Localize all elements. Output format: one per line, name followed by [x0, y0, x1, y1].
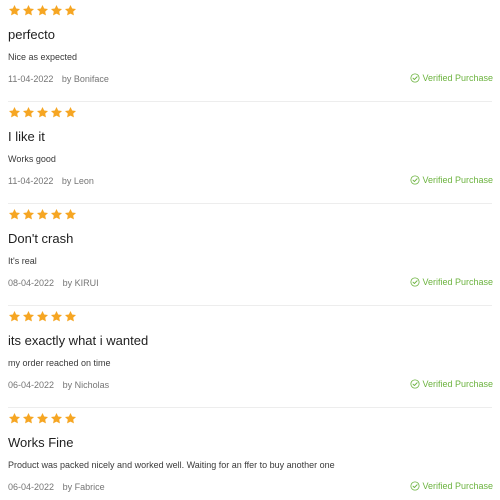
- review-title: Don't crash: [8, 231, 74, 246]
- review-author: by Leon: [61, 176, 94, 186]
- star-icon: [50, 106, 63, 119]
- verified-purchase-badge: Verified Purchase: [410, 378, 493, 390]
- star-rating: [8, 208, 77, 222]
- star-icon: [36, 4, 49, 17]
- verified-purchase-badge: Verified Purchase: [410, 480, 493, 492]
- review-meta: 08-04-2022 by KIRUI: [8, 277, 99, 289]
- star-icon: [22, 208, 35, 221]
- check-circle-icon: [410, 277, 421, 287]
- review-meta: 11-04-2022 by Boniface: [8, 73, 109, 85]
- review-item: perfecto Nice as expected 11-04-2022 by …: [0, 0, 500, 102]
- check-circle-icon: [410, 175, 421, 185]
- star-icon: [22, 106, 35, 119]
- verified-purchase-badge: Verified Purchase: [410, 174, 493, 186]
- verified-label: Verified Purchase: [422, 175, 493, 185]
- review-body: Nice as expected: [8, 52, 78, 62]
- review-item: its exactly what i wanted my order reach…: [0, 306, 500, 408]
- star-rating: [8, 4, 77, 18]
- review-item: Works Fine Product was packed nicely and…: [0, 408, 500, 500]
- review-date: 08-04-2022: [8, 278, 55, 288]
- verified-purchase-badge: Verified Purchase: [410, 72, 493, 84]
- review-date: 06-04-2022: [8, 482, 55, 492]
- review-meta: 06-04-2022 by Nicholas: [8, 379, 109, 391]
- review-author: by Nicholas: [62, 380, 110, 390]
- star-rating: [8, 412, 77, 426]
- verified-label: Verified Purchase: [422, 277, 493, 287]
- star-icon: [64, 4, 77, 17]
- star-icon: [22, 4, 35, 17]
- star-icon: [64, 208, 77, 221]
- verified-label: Verified Purchase: [422, 481, 493, 491]
- review-meta: 11-04-2022 by Leon: [8, 175, 94, 187]
- star-icon: [50, 4, 63, 17]
- review-title: its exactly what i wanted: [8, 333, 149, 348]
- star-icon: [8, 412, 21, 425]
- star-icon: [64, 310, 77, 323]
- star-rating: [8, 106, 77, 120]
- star-icon: [8, 310, 21, 323]
- review-author: by Boniface: [61, 74, 109, 84]
- verified-label: Verified Purchase: [422, 379, 493, 389]
- star-icon: [36, 208, 49, 221]
- review-body: Works good: [8, 154, 56, 164]
- verified-label: Verified Purchase: [422, 73, 493, 83]
- review-body: Product was packed nicely and worked wel…: [8, 460, 335, 470]
- review-meta: 06-04-2022 by Fabrice: [8, 481, 105, 493]
- review-date: 06-04-2022: [8, 380, 55, 390]
- review-author: by Fabrice: [62, 482, 105, 492]
- star-icon: [64, 106, 77, 119]
- review-author: by KIRUI: [62, 278, 99, 288]
- star-rating: [8, 310, 77, 324]
- star-icon: [8, 4, 21, 17]
- star-icon: [8, 208, 21, 221]
- star-icon: [36, 412, 49, 425]
- review-item: Don't crash It's real 08-04-2022 by KIRU…: [0, 204, 500, 306]
- star-icon: [22, 310, 35, 323]
- star-icon: [8, 106, 21, 119]
- verified-purchase-badge: Verified Purchase: [410, 276, 493, 288]
- reviews-list: perfecto Nice as expected 11-04-2022 by …: [0, 0, 500, 500]
- review-date: 11-04-2022: [8, 176, 54, 186]
- check-circle-icon: [410, 379, 421, 389]
- review-body: It's real: [8, 256, 37, 266]
- star-icon: [50, 208, 63, 221]
- review-title: I like it: [8, 129, 45, 144]
- star-icon: [50, 310, 63, 323]
- check-circle-icon: [410, 73, 421, 83]
- review-item: I like it Works good 11-04-2022 by Leon …: [0, 102, 500, 204]
- review-title: perfecto: [8, 27, 55, 42]
- star-icon: [50, 412, 63, 425]
- check-circle-icon: [410, 481, 421, 491]
- review-date: 11-04-2022: [8, 74, 54, 84]
- review-body: my order reached on time: [8, 358, 111, 368]
- review-title: Works Fine: [8, 435, 74, 450]
- star-icon: [36, 106, 49, 119]
- star-icon: [36, 310, 49, 323]
- star-icon: [22, 412, 35, 425]
- star-icon: [64, 412, 77, 425]
